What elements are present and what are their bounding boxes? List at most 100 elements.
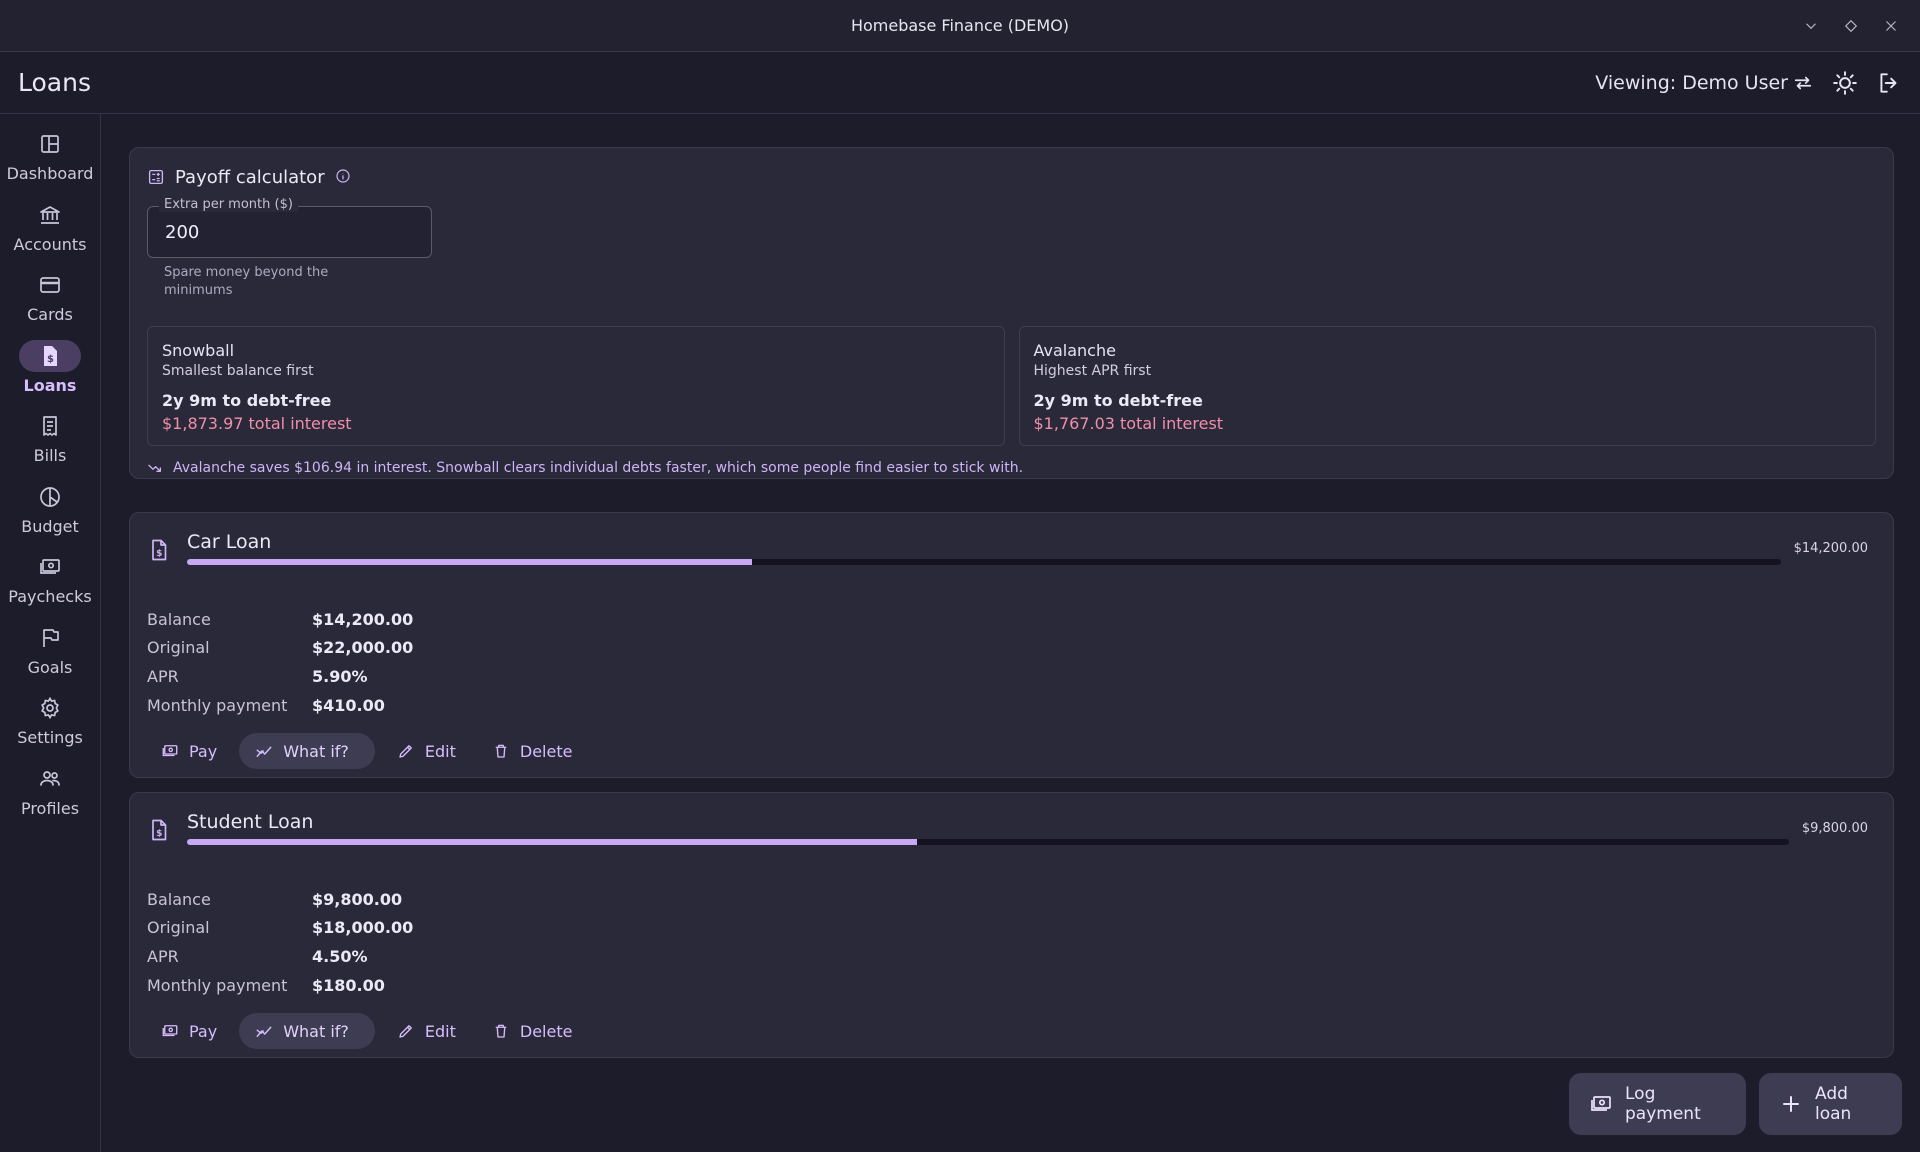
- extra-per-month-input[interactable]: [165, 221, 414, 243]
- sidebar-item-label: Loans: [23, 375, 77, 395]
- sidebar-item-goals[interactable]: Goals: [0, 622, 100, 693]
- snowball-time: 2y 9m to debt-free: [162, 391, 332, 410]
- loan-card-student: $ Student Loan $9,800.00 Balance $9,800.…: [129, 792, 1894, 1058]
- page-title: Loans: [18, 68, 91, 97]
- bank-icon: [38, 203, 62, 227]
- loan-balance-amount: $9,800.00: [1801, 821, 1868, 836]
- loan-document-icon: $: [38, 344, 62, 368]
- loan-balance-row: Balance $9,800.00: [147, 885, 413, 914]
- loan-document-icon: $: [147, 818, 171, 842]
- sidebar-item-dashboard[interactable]: Dashboard: [0, 128, 100, 199]
- cash-icon: [1589, 1092, 1613, 1116]
- loan-actions: Pay What if? Edit Delete: [147, 1013, 586, 1049]
- pencil-icon: [397, 742, 415, 760]
- extra-per-month-field: Extra per month ($): [147, 197, 432, 258]
- original-label: Original: [147, 638, 210, 658]
- avalanche-time: 2y 9m to debt-free: [1033, 391, 1203, 410]
- savings-note: Avalanche saves $106.94 in interest. Sno…: [147, 460, 1876, 476]
- loan-progress-fill: [187, 839, 917, 845]
- edit-button[interactable]: Edit: [383, 1013, 470, 1049]
- strategy-comparison: Snowball Smallest balance first 2y 9m to…: [147, 326, 1876, 446]
- maximize-icon[interactable]: [1842, 17, 1860, 35]
- delete-button[interactable]: Delete: [478, 733, 587, 769]
- sidebar-item-label: Dashboard: [6, 164, 94, 183]
- switch-profile-button[interactable]: Viewing: Demo User: [1595, 72, 1814, 94]
- delete-button[interactable]: Delete: [478, 1013, 587, 1049]
- loan-actions: Pay What if? Edit Delete: [147, 733, 586, 769]
- chart-line-icon: [255, 742, 273, 760]
- apr-value: 4.50%: [312, 946, 368, 966]
- what-if-button[interactable]: What if?: [239, 733, 375, 769]
- swap-arrows-icon: [1792, 72, 1814, 94]
- cash-icon: [161, 742, 179, 760]
- loan-balance-row: Balance $14,200.00: [147, 605, 413, 634]
- sidebar-item-accounts[interactable]: Accounts: [0, 199, 100, 270]
- monthly-label: Monthly payment: [147, 975, 288, 995]
- snowball-interest: $1,873.97 total interest: [162, 414, 352, 433]
- loan-monthly-row: Monthly payment $180.00: [147, 971, 413, 1000]
- dashboard-icon: [38, 132, 62, 156]
- sidebar-item-paychecks[interactable]: Paychecks: [0, 551, 100, 622]
- sidebar-item-cards[interactable]: Cards: [0, 269, 100, 340]
- credit-card-icon: [38, 273, 62, 297]
- add-loan-button[interactable]: Add loan: [1759, 1073, 1902, 1135]
- log-payment-button[interactable]: Log payment: [1569, 1073, 1746, 1135]
- sidebar-item-settings[interactable]: Settings: [0, 692, 100, 763]
- loan-apr-row: APR 5.90%: [147, 662, 413, 691]
- sidebar-item-bills[interactable]: Bills: [0, 410, 100, 481]
- apr-label: APR: [147, 946, 179, 966]
- snowball-strategy: Snowball Smallest balance first 2y 9m to…: [147, 326, 1005, 446]
- loan-original-row: Original $18,000.00: [147, 914, 413, 943]
- loan-balance-amount: $14,200.00: [1793, 541, 1868, 556]
- appbar-actions: Viewing: Demo User: [1595, 70, 1902, 96]
- gear-icon: [38, 696, 62, 720]
- pay-button[interactable]: Pay: [147, 733, 231, 769]
- loan-original-row: Original $22,000.00: [147, 634, 413, 663]
- sidebar-item-budget[interactable]: Budget: [0, 481, 100, 552]
- avalanche-strategy: Avalanche Highest APR first 2y 9m to deb…: [1018, 326, 1876, 446]
- savings-note-text: Avalanche saves $106.94 in interest. Sno…: [173, 460, 1024, 476]
- cash-icon: [38, 555, 62, 579]
- monthly-value: $180.00: [312, 975, 385, 995]
- cash-icon: [161, 1022, 179, 1040]
- loan-name: Car Loan: [187, 531, 272, 553]
- main-content: Payoff calculator Extra per month ($) Sp…: [129, 147, 1894, 1058]
- sidebar-item-label: Accounts: [13, 234, 87, 254]
- minimize-icon[interactable]: [1802, 17, 1820, 35]
- loan-details: Balance $14,200.00 Original $22,000.00 A…: [147, 605, 413, 719]
- loan-progress-fill: [187, 559, 753, 565]
- avalanche-name: Avalanche: [1033, 341, 1116, 360]
- loan-apr-row: APR 4.50%: [147, 942, 413, 971]
- window-controls: [1802, 0, 1912, 52]
- balance-label: Balance: [147, 609, 211, 629]
- logout-icon[interactable]: [1876, 70, 1902, 96]
- plus-icon: [1779, 1092, 1803, 1116]
- viewing-label: Viewing: Demo User: [1595, 71, 1788, 94]
- payoff-calculator-card: Payoff calculator Extra per month ($) Sp…: [129, 147, 1894, 479]
- sidebar-item-label: Bills: [33, 446, 67, 465]
- edit-button[interactable]: Edit: [383, 733, 470, 769]
- sidebar-item-label: Budget: [21, 516, 79, 536]
- extra-per-month-label: Extra per month ($): [159, 197, 298, 212]
- monthly-value: $410.00: [312, 695, 385, 715]
- what-if-button[interactable]: What if?: [239, 1013, 375, 1049]
- trash-icon: [492, 742, 510, 760]
- info-icon[interactable]: [335, 168, 353, 186]
- theme-toggle-sun-icon[interactable]: [1832, 70, 1858, 96]
- sidebar-item-profiles[interactable]: Profiles: [0, 763, 100, 834]
- original-value: $22,000.00: [312, 638, 414, 658]
- sidebar-item-loans[interactable]: $ Loans: [0, 339, 100, 411]
- balance-value: $14,200.00: [312, 609, 414, 629]
- extra-per-month-hint: Spare money beyond the minimums: [164, 265, 329, 298]
- avalanche-interest: $1,767.03 total interest: [1033, 414, 1224, 433]
- sidebar-item-label: Goals: [27, 657, 73, 677]
- snowball-name: Snowball: [162, 341, 235, 360]
- balance-label: Balance: [147, 889, 211, 909]
- apr-value: 5.90%: [312, 666, 368, 686]
- sidebar-item-label: Paychecks: [8, 587, 92, 606]
- pay-button[interactable]: Pay: [147, 1013, 231, 1049]
- window-title: Homebase Finance (DEMO): [850, 16, 1070, 35]
- avalanche-description: Highest APR first: [1033, 363, 1152, 379]
- original-value: $18,000.00: [312, 918, 414, 938]
- close-icon[interactable]: [1882, 17, 1900, 35]
